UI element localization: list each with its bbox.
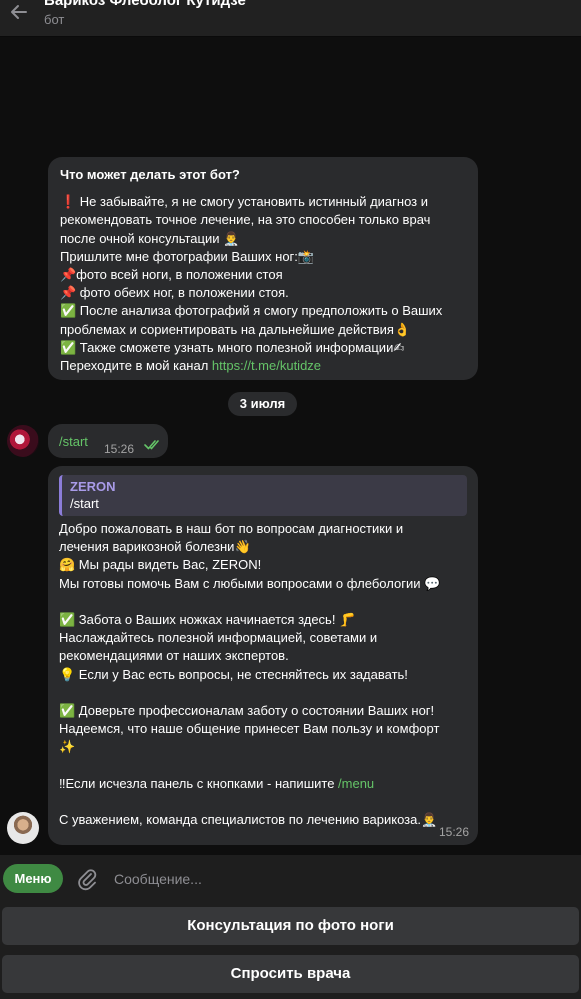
chat-header: Варикоз Флеболог Кутидзе бот [0,0,581,37]
intro-line: после очной консультации 👨‍⚕️ [60,230,240,246]
date-separator: 3 июля [228,392,297,416]
intro-line: Пришлите мне фотографии Ваших ног:📸 [60,248,315,264]
reply-keyboard: Консультация по фото ноги Спросить врача [0,902,581,999]
bot-reply-message[interactable]: ZERON /start Добро пожаловать в наш бот … [48,466,478,845]
intro-line: проблемах и сориентировать на дальнейшие… [60,321,411,337]
keyboard-button-ask-doctor[interactable]: Спросить врача [2,955,579,993]
reply-blank-line [59,593,467,611]
reply-line: ✅ Забота о Ваших ножках начинается здесь… [59,612,356,627]
reply-line: Мы готовы помочь Вам с любыми вопросами … [59,575,441,591]
chat-title[interactable]: Варикоз Флеболог Кутидзе [44,0,246,9]
channel-link[interactable]: https://t.me/kutidze [212,358,321,373]
intro-line: 📌фото всей ноги, в положении стоя [60,267,283,283]
reply-line: 🤗 Мы рады видеть Вас, ZERON! [59,557,262,573]
reply-line: Надеемся, что наше общение принесет Вам … [59,721,440,737]
bot-description-bubble: Что может делать этот бот? ❗ Не забывайт… [48,157,478,380]
reply-line: Добро пожаловать в наш бот по вопросам д… [59,521,404,536]
message-list[interactable]: Что может делать этот бот? ❗ Не забывайт… [0,37,581,855]
reply-menu-text: ‼Если исчезла панель с кнопками - напиши… [59,775,339,791]
intro-line: ❗ Не забывайте, я не смогу установить ис… [60,194,428,210]
intro-line: 📌 фото обеих ног, в положении стоя. [60,285,289,301]
reply-line: ✨ [59,739,76,755]
reply-menu-line: ‼Если исчезла панель с кнопками - напиши… [59,775,467,793]
reply-line: рекомендациями от наших экспертов. [59,648,289,664]
quote-author: ZERON [70,479,116,494]
start-command[interactable]: /start [59,434,88,449]
intro-line: ✅ Также сможете узнать много полезной ин… [60,339,405,355]
message-time: 15:26 [438,824,469,839]
reply-line: Наслаждайтесь полезной информацией, сове… [59,630,378,646]
reply-line: 💡 Если у Вас есть вопросы, не стесняйтес… [59,666,408,682]
reply-line: ✅ Доверьте профессионалам заботу о состо… [59,703,435,718]
paperclip-icon[interactable] [76,867,98,891]
message-input[interactable] [108,866,488,892]
reply-blank-line [59,757,467,775]
message-time: 15:26 [104,442,135,456]
double-check-icon [144,440,159,450]
reply-quote[interactable]: ZERON /start [59,475,467,516]
bot-description-heading: Что может делать этот бот? [60,167,240,182]
user-avatar[interactable] [7,425,39,457]
message-composer: Меню [0,855,581,902]
reply-line: С уважением, команда специалистов по леч… [59,812,438,828]
bot-avatar[interactable] [7,812,39,844]
reply-line: лечения варикозной болезни👋 [59,539,251,555]
reply-blank-line [59,793,467,811]
intro-channel-line: Переходите в мой канал https://t.me/kuti… [60,357,466,375]
arrow-left-icon[interactable] [6,0,32,26]
intro-line: рекомендовать точное лечение, на это спо… [60,212,431,228]
menu-command-link[interactable]: /menu [338,776,374,791]
intro-line: ✅ После анализа фотографий я смогу предп… [60,303,443,319]
intro-channel-prefix: Переходите в мой канал [60,358,212,374]
reply-blank-line [59,684,467,702]
outgoing-message[interactable]: /start 15:26 [48,424,168,458]
menu-button[interactable]: Меню [3,864,63,893]
quote-text: /start [70,496,99,511]
keyboard-button-photo-consultation[interactable]: Консультация по фото ноги [2,907,579,945]
chat-subtitle: бот [44,12,65,27]
